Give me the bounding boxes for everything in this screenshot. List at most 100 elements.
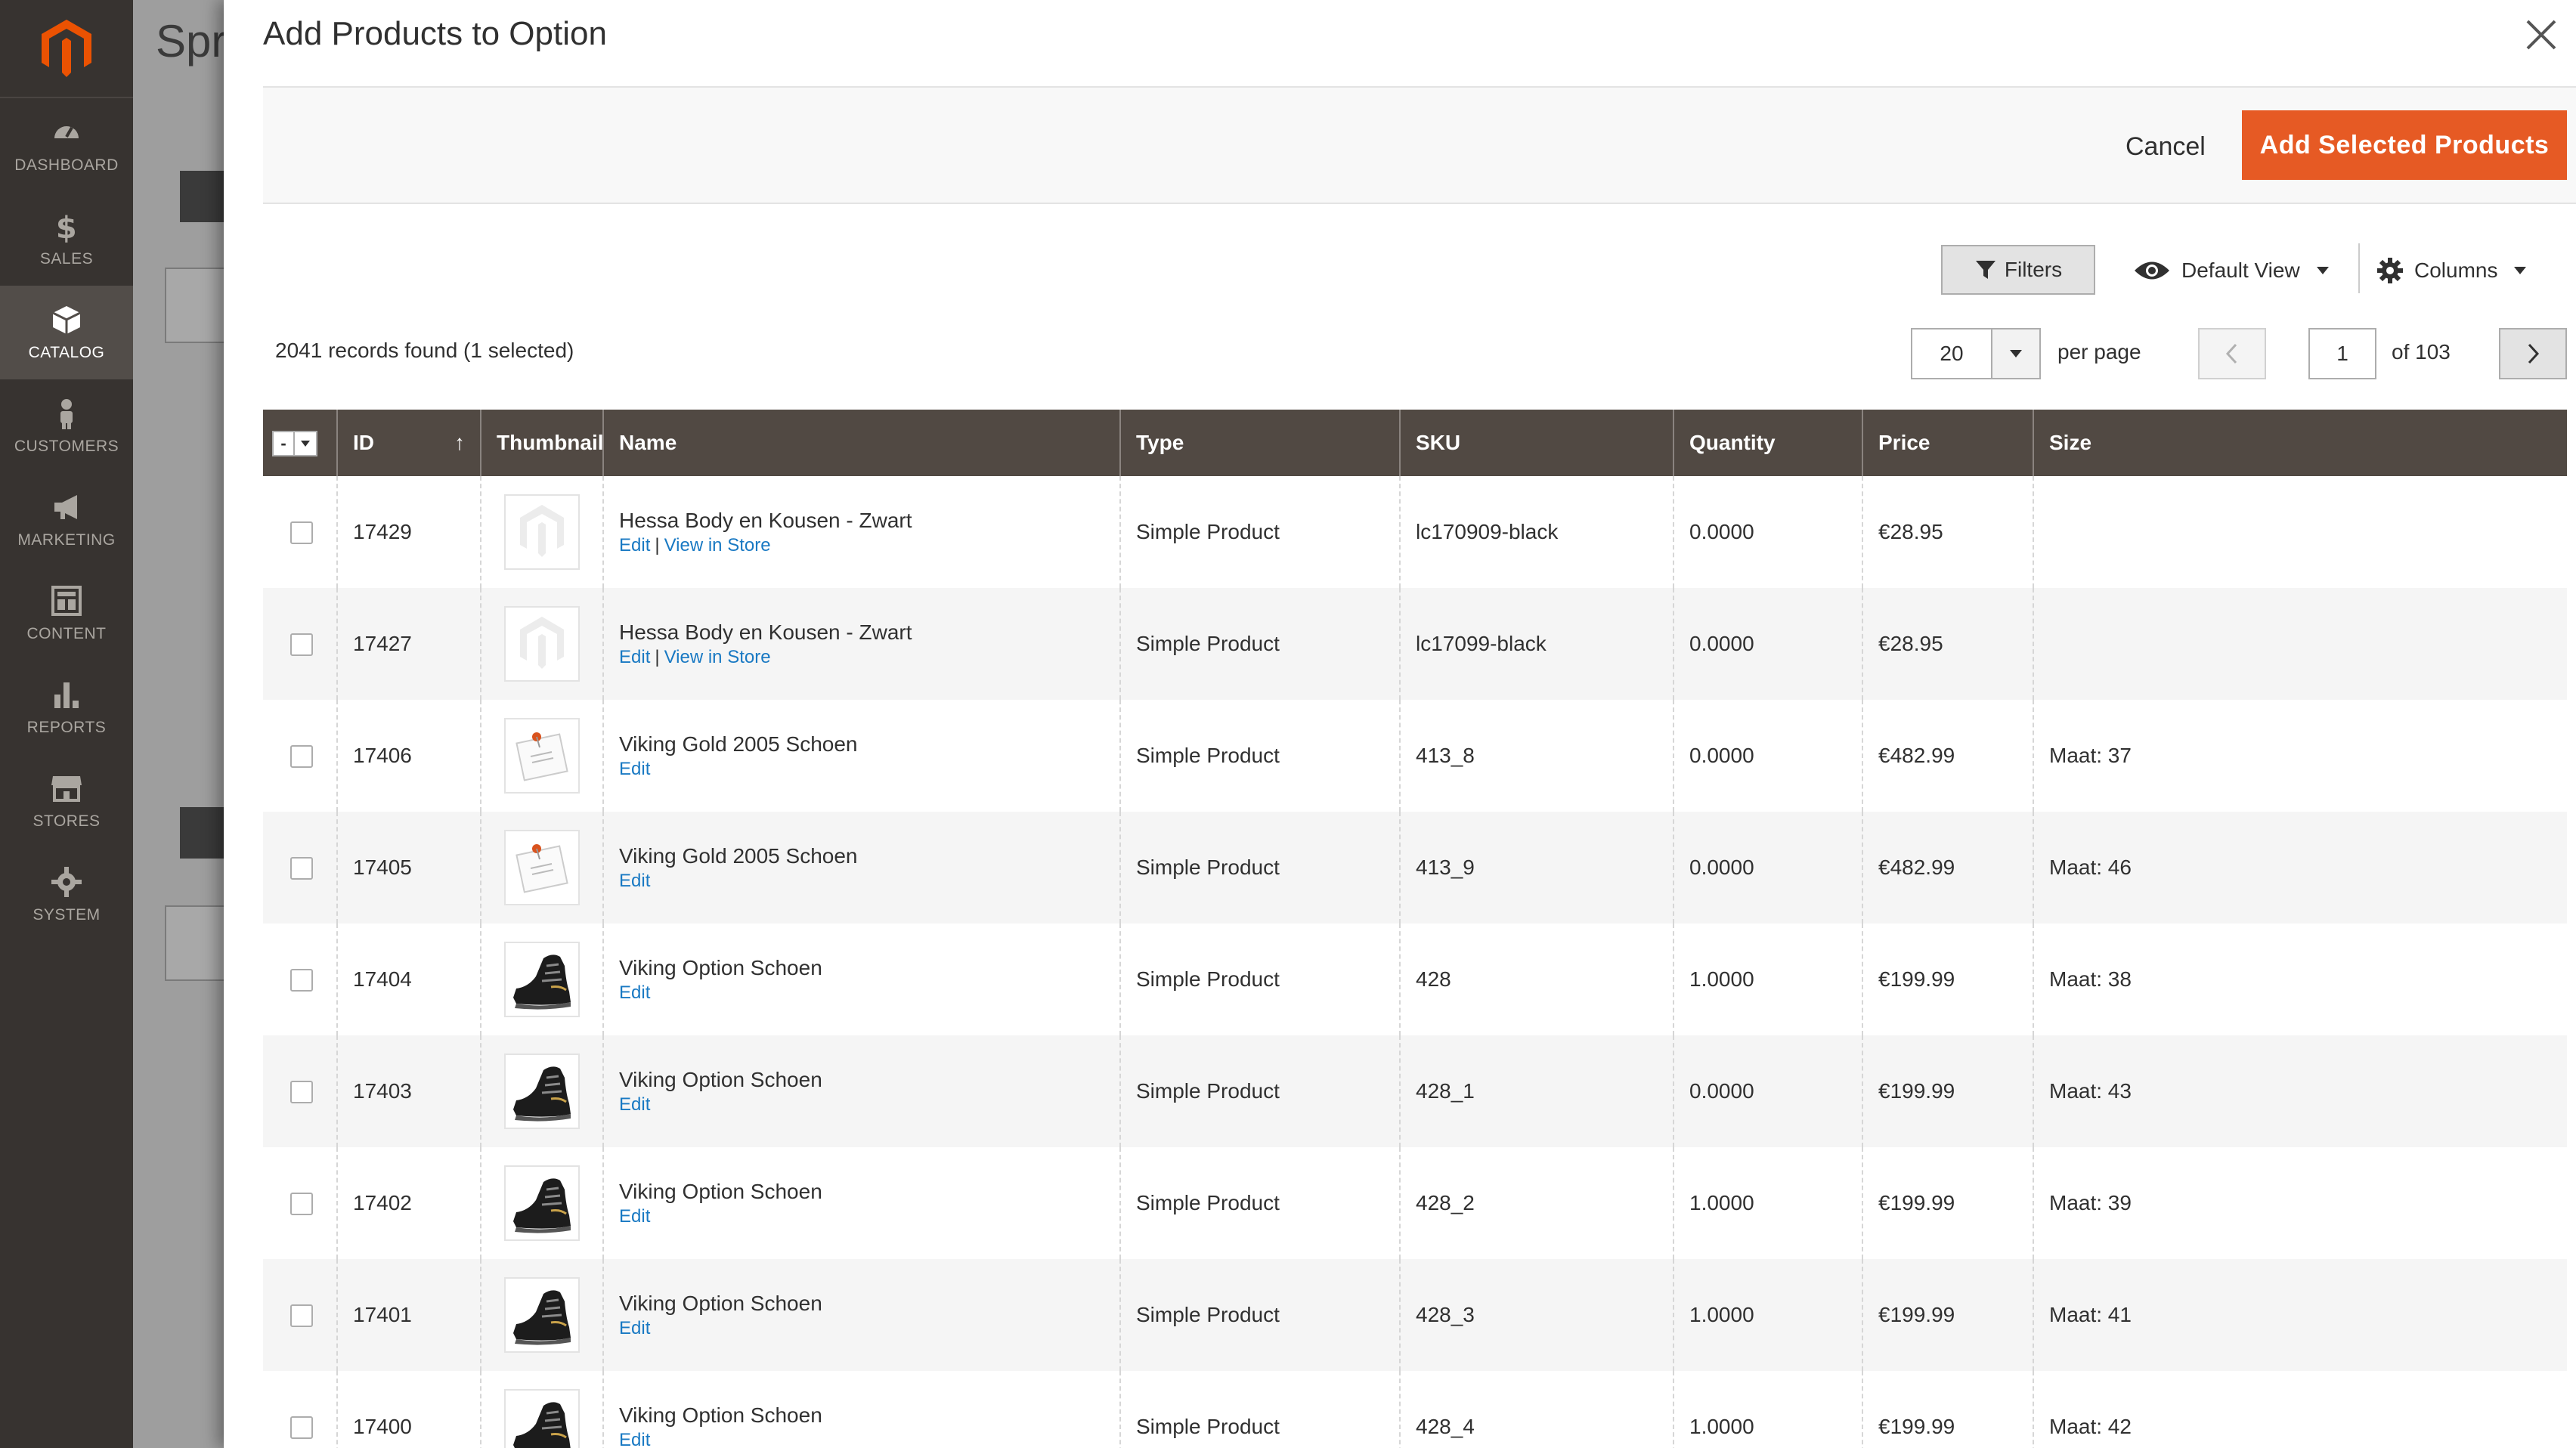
row-checkbox[interactable] — [290, 1193, 313, 1216]
cell-price: €482.99 — [1862, 812, 2033, 924]
underlying-section — [165, 268, 224, 343]
row-checkbox[interactable] — [290, 521, 313, 545]
row-select-cell — [263, 1035, 337, 1147]
product-thumbnail[interactable] — [504, 1389, 580, 1448]
columns-button[interactable]: Columns — [2376, 249, 2527, 292]
cell-name: Viking Gold 2005 Schoen Edit — [602, 700, 1120, 812]
column-header-price[interactable]: Price — [1862, 410, 2033, 476]
product-links: Edit | View in Store — [619, 645, 1104, 669]
magento-logo[interactable] — [0, 0, 133, 98]
product-thumbnail[interactable] — [504, 1277, 580, 1353]
table-row[interactable]: 17402 Viking Option Schoen Edit Simple Prod… — [263, 1147, 2567, 1259]
nav-item-catalog[interactable]: CATALOG — [0, 286, 133, 379]
filters-button[interactable]: Filters — [1941, 245, 2095, 295]
no-photo-image — [516, 732, 568, 781]
mass-select-checkbox[interactable]: - — [272, 430, 317, 456]
table-row[interactable]: 17429 Hessa Body en Kousen - Zwart Edit | Vi… — [263, 476, 2567, 588]
column-header-type[interactable]: Type — [1119, 410, 1400, 476]
current-page-input[interactable]: 1 — [2308, 328, 2376, 379]
nav-item-content[interactable]: CONTENT — [0, 567, 133, 661]
cell-sku: 428_3 — [1399, 1259, 1673, 1371]
shoe-image — [513, 955, 571, 1010]
add-products-modal: Add Products to Option Cancel Add Select… — [224, 0, 2576, 1448]
product-thumbnail[interactable] — [504, 942, 580, 1017]
table-row[interactable]: 17400 Viking Option Schoen Edit Simple Prod… — [263, 1371, 2567, 1448]
mass-select-dropdown[interactable] — [295, 432, 316, 455]
edit-link[interactable]: Edit — [619, 1206, 650, 1227]
cell-type: Simple Product — [1119, 1035, 1400, 1147]
cell-thumbnail — [480, 476, 603, 588]
edit-link[interactable]: Edit — [619, 535, 650, 555]
nav-item-system[interactable]: SYSTEM — [0, 848, 133, 942]
edit-link[interactable]: Edit — [619, 871, 650, 891]
edit-link[interactable]: Edit — [619, 1318, 650, 1338]
cell-type: Simple Product — [1119, 924, 1400, 1035]
per-page-dropdown-button[interactable] — [1992, 330, 2039, 378]
row-checkbox[interactable] — [290, 1416, 313, 1440]
column-header-quantity[interactable]: Quantity — [1673, 410, 1862, 476]
row-checkbox[interactable] — [290, 745, 313, 769]
product-thumbnail[interactable] — [504, 1165, 580, 1241]
row-select-cell — [263, 924, 337, 1035]
cell-price: €199.99 — [1862, 1035, 2033, 1147]
product-thumbnail[interactable] — [504, 1054, 580, 1129]
close-modal-button[interactable] — [2516, 9, 2567, 60]
edit-link[interactable]: Edit — [619, 982, 650, 1003]
box-icon — [52, 306, 81, 334]
toolbar-divider — [2358, 243, 2360, 293]
cancel-button[interactable]: Cancel — [2110, 112, 2221, 181]
edit-link[interactable]: Edit — [619, 1430, 650, 1448]
product-name: Viking Option Schoen — [619, 955, 822, 979]
row-checkbox[interactable] — [290, 857, 313, 880]
product-name: Viking Option Schoen — [619, 1291, 822, 1315]
table-row[interactable]: 17406 Viking Gold 2005 Schoen Edit Simple P… — [263, 700, 2567, 812]
row-checkbox[interactable] — [290, 1081, 313, 1104]
nav-label: CATALOG — [28, 344, 105, 361]
nav-item-sales[interactable]: $ SALES — [0, 192, 133, 286]
previous-page-button[interactable] — [2198, 328, 2266, 379]
cell-thumbnail — [480, 1371, 603, 1448]
edit-link[interactable]: Edit — [619, 759, 650, 779]
per-page-select[interactable]: 20 — [1911, 328, 2041, 379]
cell-size — [2033, 476, 2567, 588]
table-row[interactable]: 17427 Hessa Body en Kousen - Zwart Edit | Vi… — [263, 588, 2567, 700]
product-thumbnail[interactable] — [504, 606, 580, 682]
column-header-sku[interactable]: SKU — [1399, 410, 1673, 476]
table-row[interactable]: 17403 Viking Option Schoen Edit Simple Prod… — [263, 1035, 2567, 1147]
view-in-store-link[interactable]: View in Store — [664, 647, 771, 667]
row-checkbox[interactable] — [290, 633, 313, 657]
next-page-button[interactable] — [2499, 328, 2567, 379]
product-name: Hessa Body en Kousen - Zwart — [619, 620, 912, 644]
cell-sku: 428_4 — [1399, 1371, 1673, 1448]
table-row[interactable]: 17401 Viking Option Schoen Edit Simple Prod… — [263, 1259, 2567, 1371]
column-header-name[interactable]: Name — [602, 410, 1120, 476]
cell-size: Maat: 38 — [2033, 924, 2567, 1035]
edit-link[interactable]: Edit — [619, 647, 650, 667]
edit-link[interactable]: Edit — [619, 1094, 650, 1115]
nav-item-dashboard[interactable]: DASHBOARD — [0, 98, 133, 192]
per-page-label: per page — [2057, 340, 2141, 364]
view-switcher[interactable]: Default View — [2133, 249, 2329, 292]
row-checkbox[interactable] — [290, 1304, 313, 1328]
table-row[interactable]: 17404 Viking Option Schoen Edit Simple Prod… — [263, 924, 2567, 1035]
row-checkbox[interactable] — [290, 969, 313, 992]
product-thumbnail[interactable] — [504, 494, 580, 570]
nav-item-customers[interactable]: CUSTOMERS — [0, 379, 133, 473]
nav-item-reports[interactable]: REPORTS — [0, 661, 133, 754]
row-select-cell — [263, 1259, 337, 1371]
product-thumbnail[interactable] — [504, 718, 580, 794]
column-header-size[interactable]: Size — [2033, 410, 2567, 476]
cell-thumbnail — [480, 588, 603, 700]
nav-item-stores[interactable]: STORES — [0, 754, 133, 848]
cell-quantity: 0.0000 — [1673, 700, 1862, 812]
table-row[interactable]: 17405 Viking Gold 2005 Schoen Edit Simple P… — [263, 812, 2567, 924]
cell-type: Simple Product — [1119, 700, 1400, 812]
chevron-down-icon — [2316, 267, 2329, 274]
column-header-id[interactable]: ID ↑ — [336, 410, 481, 476]
shoe-image — [513, 1066, 571, 1122]
view-in-store-link[interactable]: View in Store — [664, 535, 771, 555]
nav-item-marketing[interactable]: MARKETING — [0, 473, 133, 567]
add-selected-products-button[interactable]: Add Selected Products — [2242, 110, 2567, 180]
no-photo-image — [516, 844, 568, 893]
product-thumbnail[interactable] — [504, 830, 580, 905]
